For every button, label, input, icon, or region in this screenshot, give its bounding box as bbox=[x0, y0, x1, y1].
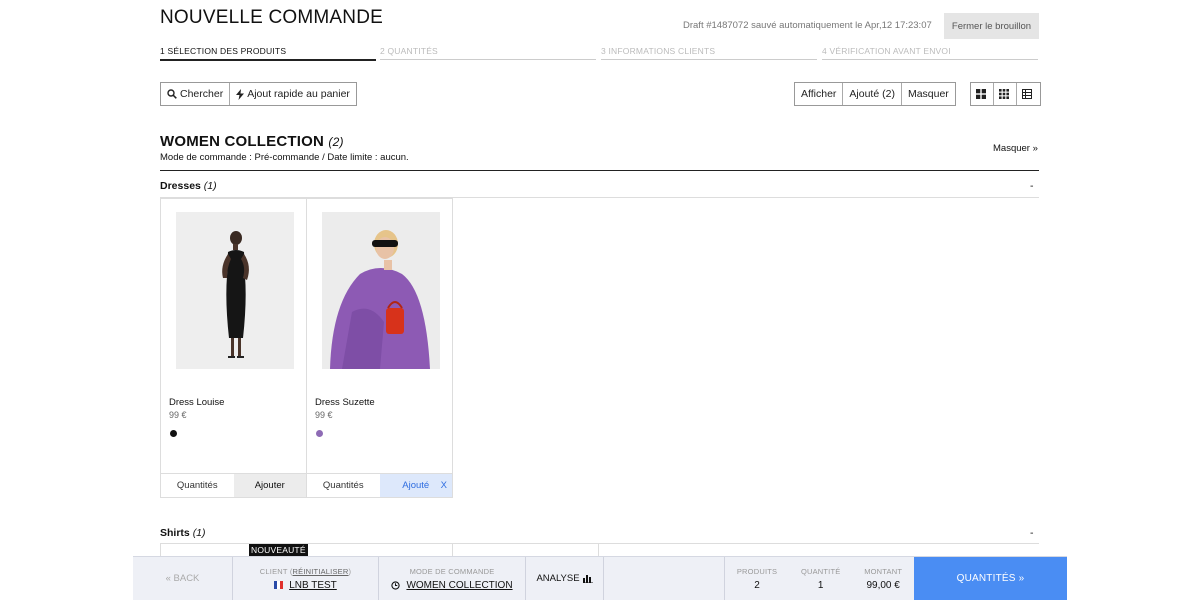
order-summary-bar: « BACK CLIENT (RÉINITIALISER) LNB TEST M… bbox=[133, 556, 1067, 600]
list-view-button[interactable] bbox=[1017, 83, 1040, 105]
product-actions: Quantités Ajouté X bbox=[307, 473, 452, 497]
client-value[interactable]: LNB TEST bbox=[274, 580, 337, 591]
grid-large-view-button[interactable] bbox=[971, 83, 994, 105]
step-quantities[interactable]: 2 QUANTITÉS bbox=[380, 46, 596, 60]
product-name[interactable]: Dress Suzette bbox=[315, 397, 375, 408]
new-badge: NOUVEAUTÉ bbox=[249, 544, 308, 556]
grid-small-view-button[interactable] bbox=[994, 83, 1017, 105]
product-name[interactable]: Dress Louise bbox=[169, 397, 224, 408]
quantities-button[interactable]: Quantités bbox=[161, 474, 234, 497]
amount-label: MONTANT bbox=[864, 566, 903, 576]
close-draft-button[interactable]: Fermer le brouillon bbox=[944, 13, 1039, 39]
draft-status: Draft #1487072 sauvé automatiquement le … bbox=[683, 20, 932, 31]
client-cell: CLIENT (RÉINITIALISER) LNB TEST bbox=[233, 557, 379, 600]
products-label: PRODUITS bbox=[736, 566, 778, 576]
order-mode-text: WOMEN COLLECTION bbox=[406, 579, 513, 591]
product-image[interactable] bbox=[176, 212, 294, 369]
products-value: 2 bbox=[754, 579, 760, 591]
category-collapse-toggle[interactable]: - bbox=[1030, 527, 1034, 539]
quantity-stat: QUANTITÉ 1 bbox=[801, 567, 841, 591]
order-mode-cell: MODE DE COMMANDE WOMEN COLLECTION bbox=[379, 557, 526, 600]
filter-show-button[interactable]: Afficher bbox=[795, 83, 844, 105]
french-flag-icon bbox=[274, 581, 284, 589]
quantities-button[interactable]: Quantités bbox=[307, 474, 380, 497]
product-price: 99 € bbox=[169, 410, 187, 420]
client-label: CLIENT (RÉINITIALISER) bbox=[259, 566, 352, 576]
category-collapse-toggle[interactable]: - bbox=[1030, 180, 1034, 192]
clock-icon bbox=[391, 580, 401, 590]
color-swatch[interactable] bbox=[170, 430, 177, 437]
filter-group: Afficher Ajouté (2) Masquer bbox=[794, 82, 956, 106]
analyse-label: ANALYSE bbox=[536, 573, 580, 584]
next-quantities-button[interactable]: QUANTITÉS » bbox=[914, 557, 1067, 600]
collection-count: (2) bbox=[328, 135, 344, 149]
step-product-selection[interactable]: 1 SÉLECTION DES PRODUITS bbox=[160, 46, 376, 61]
product-image[interactable] bbox=[322, 212, 440, 369]
view-toggle-group bbox=[970, 82, 1041, 106]
client-label-text: CLIENT bbox=[259, 566, 288, 576]
added-button[interactable]: Ajouté X bbox=[379, 474, 452, 497]
quantity-label: QUANTITÉ bbox=[800, 566, 841, 576]
quick-add-label: Ajout rapide au panier bbox=[247, 88, 350, 100]
step-client-info[interactable]: 3 INFORMATIONS CLIENTS bbox=[601, 46, 817, 60]
client-reset-link[interactable]: RÉINITIALISER bbox=[293, 567, 349, 576]
collection-title: WOMEN COLLECTION (2) bbox=[160, 133, 344, 150]
collection-divider bbox=[160, 170, 1039, 171]
filter-added-button[interactable]: Ajouté (2) bbox=[843, 83, 902, 105]
lightning-icon bbox=[236, 88, 245, 100]
color-swatch[interactable] bbox=[316, 430, 323, 437]
quick-add-button[interactable]: Ajout rapide au panier bbox=[230, 83, 356, 105]
amount-stat: MONTANT 99,00 € bbox=[864, 567, 902, 591]
order-mode-label: MODE DE COMMANDE bbox=[409, 566, 495, 576]
search-button[interactable]: Chercher bbox=[161, 83, 231, 105]
product-price: 99 € bbox=[315, 410, 333, 420]
search-icon bbox=[167, 89, 177, 99]
client-name: LNB TEST bbox=[289, 579, 337, 591]
collection-mode: Mode de commande : Pré-commande / Date l… bbox=[160, 152, 409, 163]
product-actions: Quantités Ajouter bbox=[161, 473, 306, 497]
search-label: Chercher bbox=[180, 88, 224, 100]
remove-button[interactable]: X bbox=[441, 480, 447, 491]
added-label: Ajouté bbox=[402, 480, 430, 491]
order-mode-value[interactable]: WOMEN COLLECTION bbox=[391, 579, 513, 591]
bar-chart-icon bbox=[582, 575, 593, 583]
product-card: Dress Suzette 99 € Quantités Ajouté X bbox=[306, 198, 453, 498]
list-icon bbox=[1022, 89, 1032, 99]
grid-large-icon bbox=[975, 89, 986, 99]
category-dresses[interactable]: Dresses (1) bbox=[160, 180, 217, 192]
page-title: NOUVELLE COMMANDE bbox=[160, 7, 383, 28]
category-label: Shirts bbox=[160, 527, 190, 539]
hide-collection-link[interactable]: Masquer » bbox=[993, 143, 1038, 154]
amount-value: 99,00 € bbox=[866, 579, 900, 591]
category-shirts[interactable]: Shirts (1) bbox=[160, 527, 206, 539]
category-label: Dresses bbox=[160, 180, 201, 192]
products-stat: PRODUITS 2 bbox=[737, 567, 777, 591]
order-stats: PRODUITS 2 QUANTITÉ 1 MONTANT 99,00 € bbox=[725, 557, 914, 600]
back-button[interactable]: « BACK bbox=[133, 557, 233, 600]
add-button[interactable]: Ajouter bbox=[233, 474, 306, 497]
product-card-stub bbox=[452, 543, 599, 557]
search-toolbar: Chercher Ajout rapide au panier bbox=[160, 82, 357, 106]
quantity-value: 1 bbox=[817, 579, 824, 591]
grid-small-icon bbox=[998, 89, 1009, 99]
category-count: (1) bbox=[203, 180, 217, 192]
category-count: (1) bbox=[192, 527, 206, 539]
analyse-button[interactable]: ANALYSE bbox=[526, 557, 604, 600]
step-verification[interactable]: 4 VÉRIFICATION AVANT ENVOI bbox=[822, 46, 1038, 60]
product-card: Dress Louise 99 € Quantités Ajouter bbox=[160, 198, 307, 498]
collection-name: WOMEN COLLECTION bbox=[160, 133, 325, 150]
spacer-cell bbox=[604, 557, 725, 600]
filter-hide-button[interactable]: Masquer bbox=[902, 83, 955, 105]
